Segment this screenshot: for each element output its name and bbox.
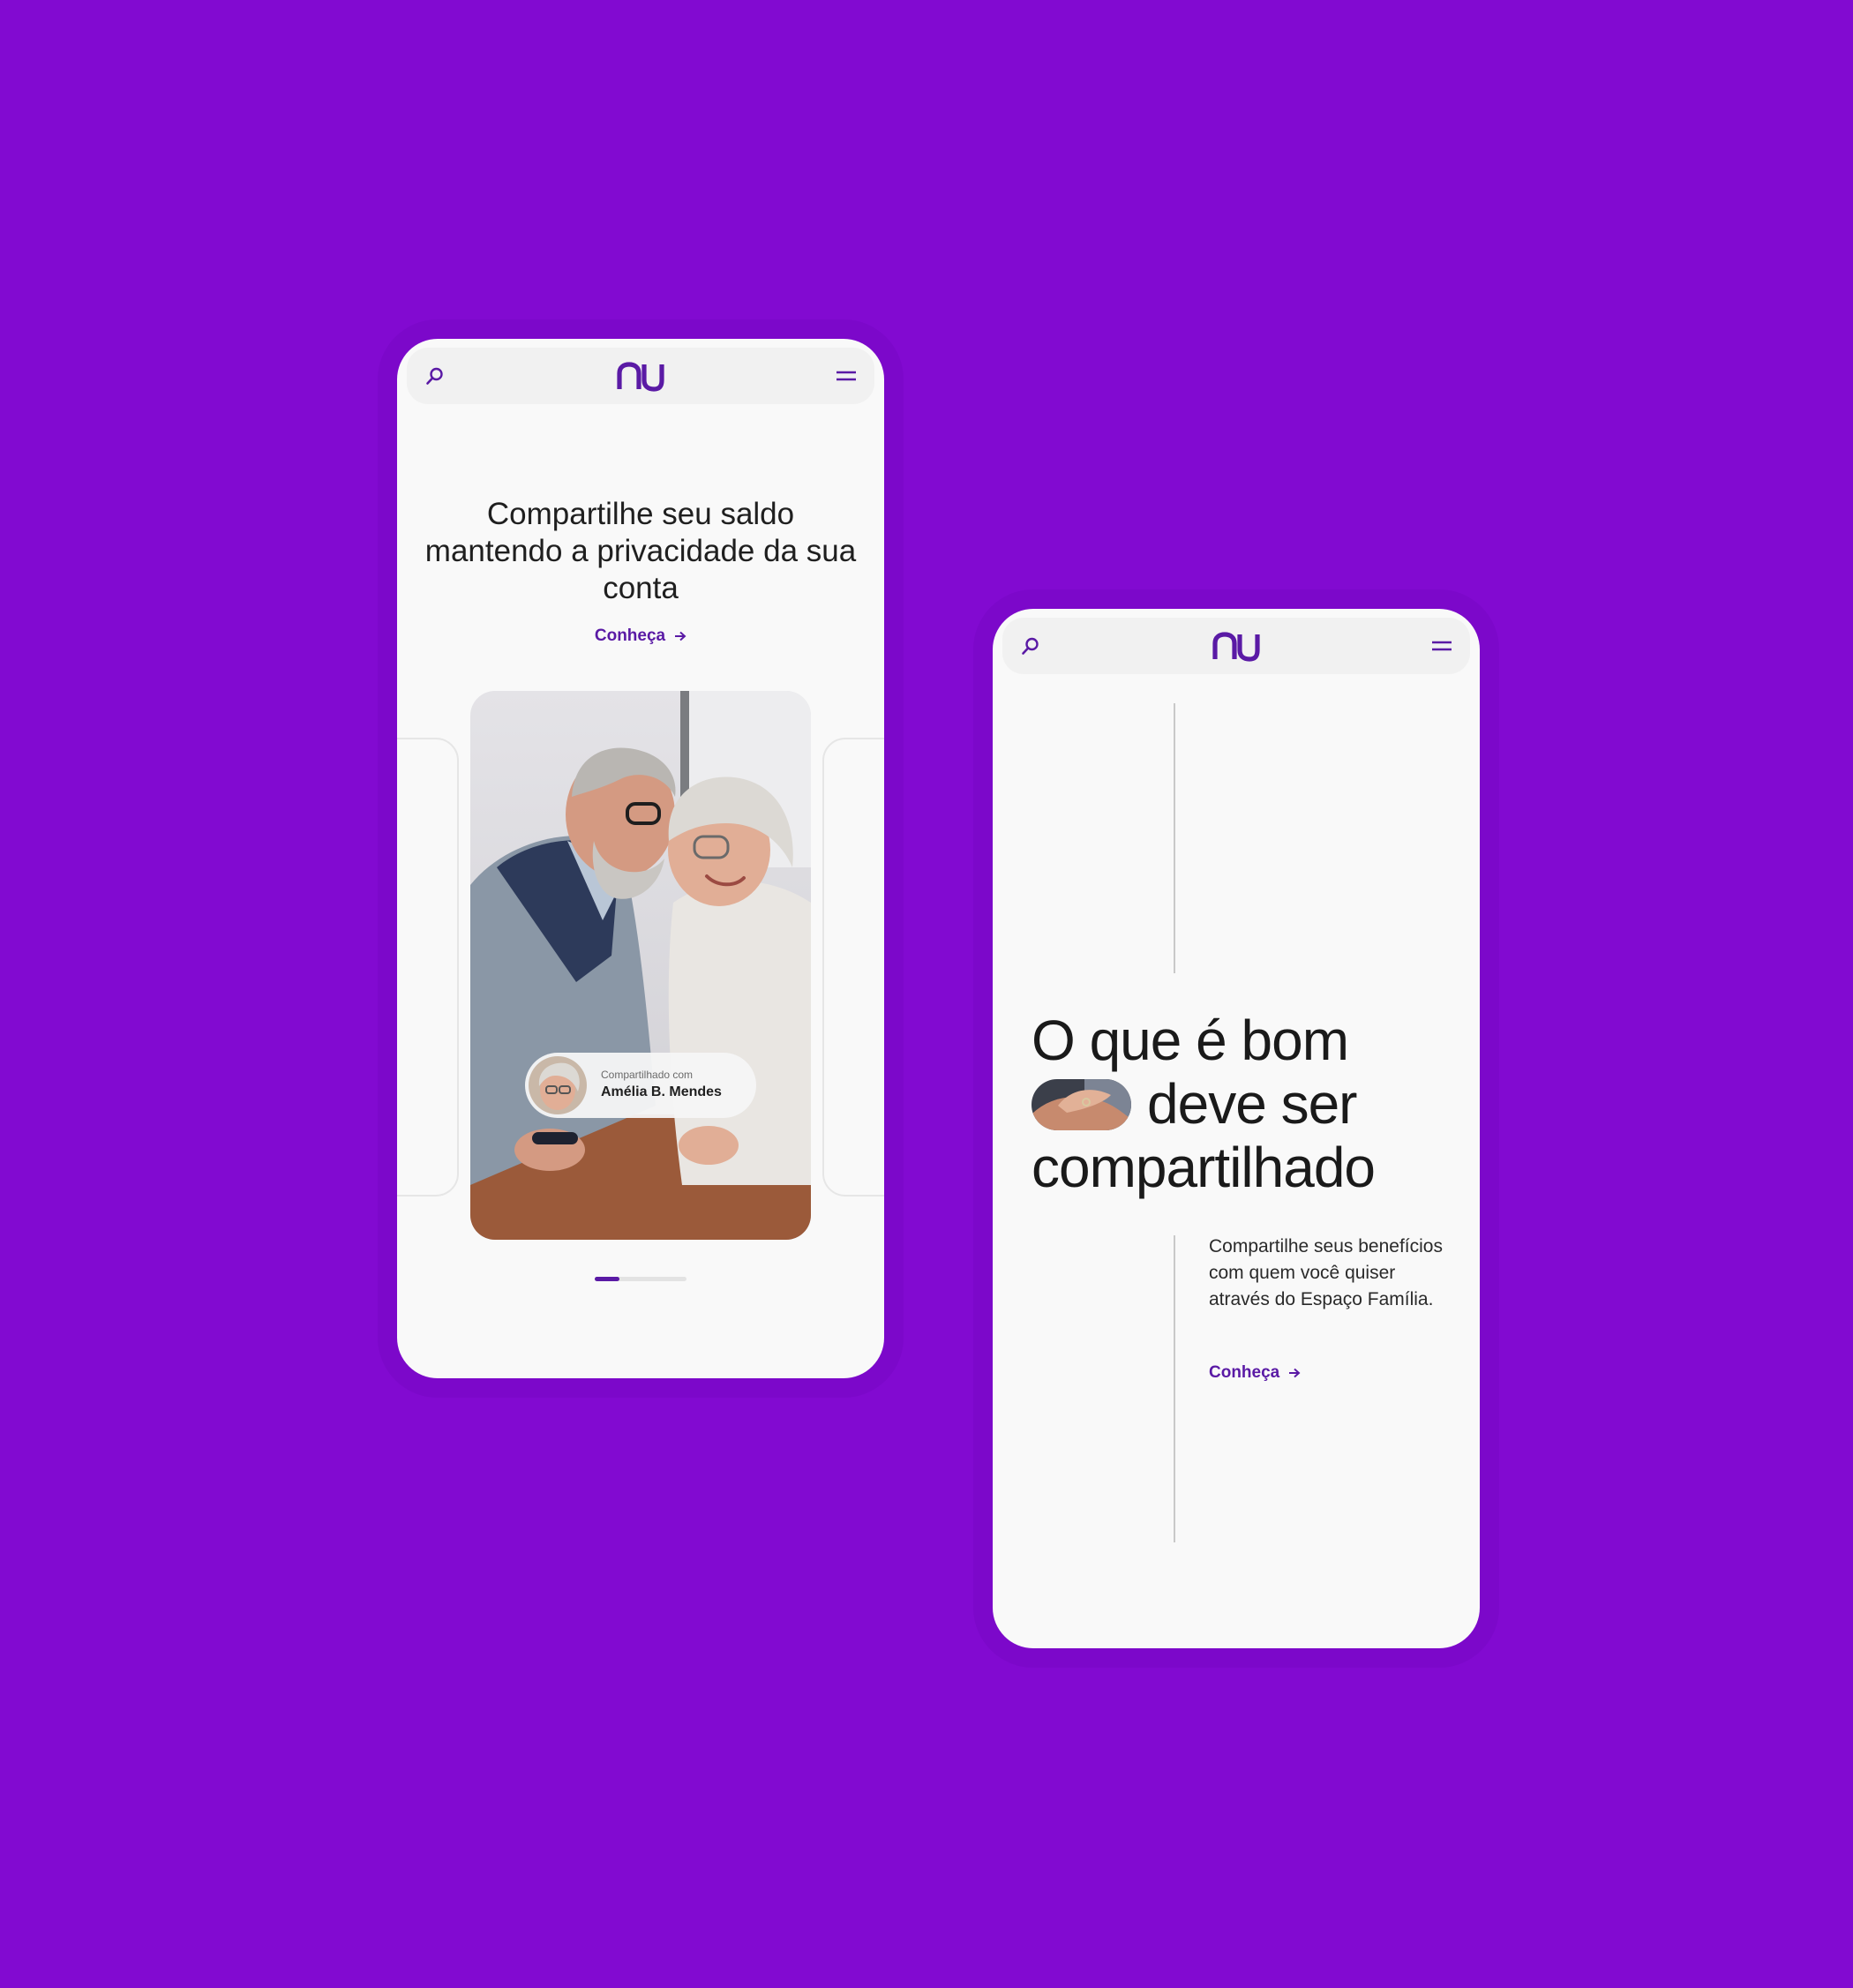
conheca-link-label: Conheça [1209, 1363, 1280, 1382]
phone-screen-sharing-balance: Compartilhe seu saldo mantendo a privaci… [397, 339, 884, 1378]
divider-line-bottom [1174, 1235, 1175, 1542]
hamburger-menu-icon[interactable] [836, 366, 857, 386]
avatar [529, 1056, 587, 1114]
carousel-pager[interactable] [595, 1277, 686, 1281]
shared-caption: Compartilhado com [601, 1069, 694, 1081]
description-text: Compartilhe seus benefícios com quem voc… [1209, 1236, 1443, 1309]
headline-line-2-wrap: deve ser [1032, 1072, 1464, 1136]
carousel-next-card[interactable] [822, 738, 884, 1197]
carousel-prev-card[interactable] [397, 738, 459, 1197]
conheca-link[interactable]: Conheça [595, 626, 686, 646]
arrow-right-icon [1289, 1368, 1301, 1378]
hamburger-menu-icon[interactable] [1431, 636, 1452, 656]
hands-photo [1032, 1079, 1131, 1131]
top-navbar [407, 348, 874, 404]
divider-line-top [1174, 703, 1175, 973]
headline-line-1: O que é bom [1032, 1009, 1349, 1072]
conheca-link[interactable]: Conheça [1209, 1363, 1301, 1383]
nubank-logo[interactable] [1212, 632, 1260, 662]
search-icon[interactable] [1020, 635, 1041, 656]
hero-headline: O que é bom deve ser compartilhado [1032, 1009, 1464, 1199]
couple-photo [470, 691, 811, 1240]
avatar-photo [529, 1056, 587, 1114]
phone-screen-espaco-familia: O que é bom deve ser compartilhado Compa… [993, 609, 1480, 1648]
headline-line-3: compartilhado [1032, 1136, 1376, 1199]
conheca-link-label: Conheça [594, 626, 666, 645]
search-icon[interactable] [424, 365, 446, 386]
carousel-pager-active [595, 1277, 619, 1281]
hands-photo-pill [1032, 1079, 1131, 1131]
shared-user-name: Amélia B. Mendes [601, 1084, 722, 1099]
top-navbar [1002, 618, 1470, 674]
carousel-photo-card[interactable]: Compartilhado com Amélia B. Mendes [470, 691, 811, 1240]
headline-line-2: deve ser [1147, 1072, 1357, 1136]
arrow-right-icon [675, 631, 686, 641]
shared-with-badge: Compartilhado com Amélia B. Mendes [525, 1053, 756, 1118]
nubank-logo[interactable] [617, 362, 664, 392]
hero-headline: Compartilhe seu saldo mantendo a privaci… [424, 497, 857, 605]
